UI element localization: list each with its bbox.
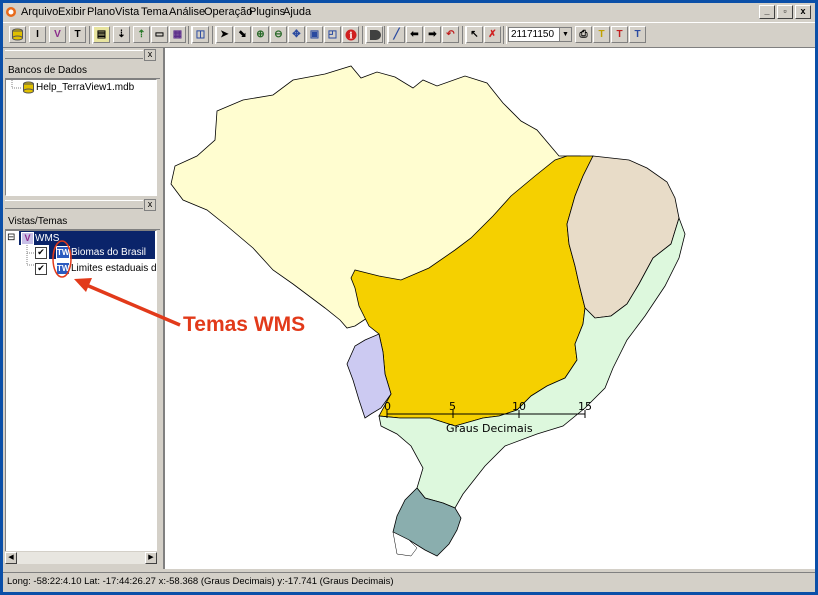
- annotation-arrow: [74, 278, 181, 327]
- annotation-label: Temas WMS: [183, 313, 306, 336]
